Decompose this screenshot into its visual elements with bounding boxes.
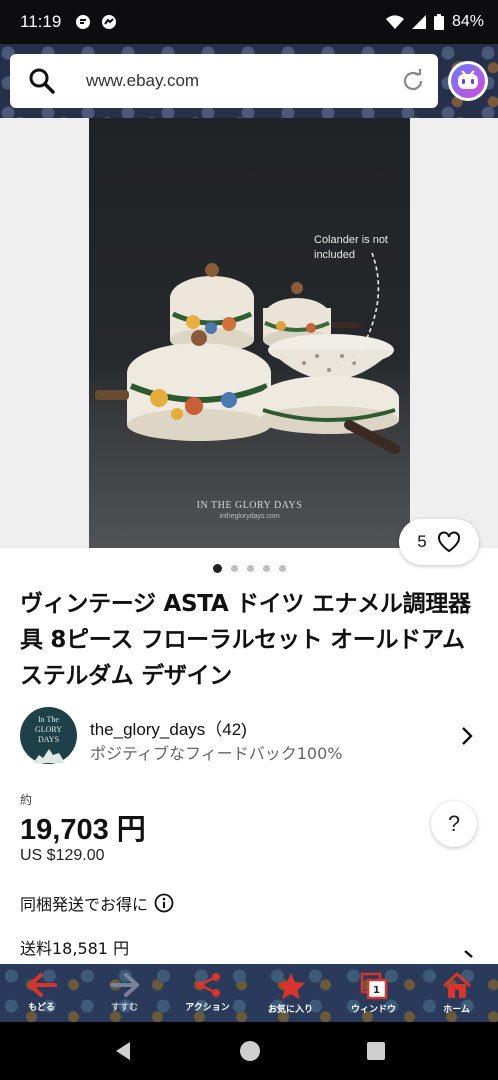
browser-header: www.ebay.com — [0, 44, 498, 118]
url-bar[interactable]: www.ebay.com — [10, 54, 438, 108]
forward-button[interactable]: すすむ — [83, 964, 166, 1022]
signal-icon — [411, 15, 426, 29]
nav-home-icon[interactable] — [239, 1040, 261, 1062]
combined-shipping-label: 同梱発送でお得に — [20, 895, 149, 914]
gallery-pagination — [0, 564, 498, 575]
listing-title: ヴィンテージ ASTA ドイツ エナメル調理器具 8ピース フローラルセット オ… — [20, 591, 471, 689]
status-bar: 11:19 84% — [0, 0, 498, 44]
url-text[interactable]: www.ebay.com — [86, 71, 400, 91]
back-button[interactable]: もどる — [0, 964, 83, 1022]
cookware-illustration — [95, 252, 400, 455]
photo-brand: IN THE GLORY DAYS — [196, 500, 303, 511]
chevron-right-icon[interactable] — [460, 725, 474, 747]
image-gallery[interactable]: Colander is not included IN THE GLORY DA… — [0, 118, 498, 548]
wifi-icon — [385, 15, 404, 29]
seller-avatar-logo: In The GLORY DAYS — [34, 715, 63, 744]
star-icon — [276, 973, 305, 1000]
wolf-logo-icon — [32, 749, 65, 763]
heart-icon — [437, 531, 460, 553]
seller-name[interactable]: the_glory_days（42) — [90, 715, 247, 740]
system-nav-bar — [0, 1022, 498, 1080]
shipping-cost: 送料18,581 円 — [20, 939, 130, 958]
assistant-button[interactable] — [448, 61, 488, 101]
search-icon[interactable] — [28, 67, 56, 95]
pagination-dot[interactable] — [278, 565, 286, 572]
window-label: ウィンドウ — [350, 1005, 396, 1015]
window-count: 1 — [373, 985, 380, 996]
battery-percent: 84% — [451, 13, 484, 30]
app-notification-icon — [102, 15, 117, 29]
forward-arrow-icon — [109, 973, 139, 997]
back-label: もどる — [28, 1003, 55, 1013]
shipping-chevron-icon[interactable] — [462, 950, 476, 964]
reload-icon[interactable] — [400, 68, 426, 94]
seller-avatar[interactable]: In The GLORY DAYS — [20, 707, 77, 764]
like-count: 5 — [417, 532, 427, 551]
photo-note: Colander is not included — [314, 234, 388, 261]
pagination-dot[interactable] — [246, 565, 254, 572]
pagination-dot[interactable] — [262, 565, 270, 572]
price-usd: US $129.00 — [20, 847, 105, 864]
help-button[interactable]: ? — [431, 801, 477, 847]
window-button[interactable]: 1 ウィンドウ — [332, 964, 415, 1022]
price: 19,703 円 — [20, 814, 146, 846]
seller-row[interactable]: In The GLORY DAYS the_glory_days（42) ポジテ… — [20, 707, 480, 767]
product-photo[interactable]: Colander is not included IN THE GLORY DA… — [89, 118, 410, 548]
home-label: ホーム — [443, 1005, 470, 1015]
favorites-label: お気に入り — [267, 1005, 313, 1015]
notification-icon — [76, 15, 91, 29]
photo-brand-url: intheglorydays.com — [219, 513, 280, 520]
nav-recents-icon[interactable] — [366, 1041, 386, 1061]
combined-shipping[interactable]: 同梱発送でお得に — [20, 891, 174, 915]
home-icon — [442, 972, 471, 998]
assistant-robot-icon — [451, 64, 485, 98]
pagination-dot[interactable] — [230, 565, 238, 572]
back-arrow-icon — [27, 973, 57, 997]
forward-label: すすむ — [110, 1003, 138, 1013]
pagination-dot-active[interactable] — [212, 564, 222, 573]
status-time: 11:19 — [20, 12, 62, 31]
seller-feedback: ポジティブなフィードバック100% — [90, 744, 343, 763]
nav-back-icon[interactable] — [112, 1040, 134, 1062]
info-icon[interactable] — [154, 893, 174, 913]
favorites-button[interactable]: お気に入り — [249, 964, 332, 1022]
share-icon — [195, 973, 220, 997]
browser-toolbar: もどる すすむ アクション お気に入り 1 ウィンドウ ホーム — [0, 964, 498, 1022]
watch-like-button[interactable]: 5 — [399, 519, 479, 565]
battery-icon — [433, 14, 444, 30]
action-button[interactable]: アクション — [166, 964, 249, 1022]
home-button[interactable]: ホーム — [415, 964, 498, 1022]
action-label: アクション — [185, 1003, 230, 1013]
